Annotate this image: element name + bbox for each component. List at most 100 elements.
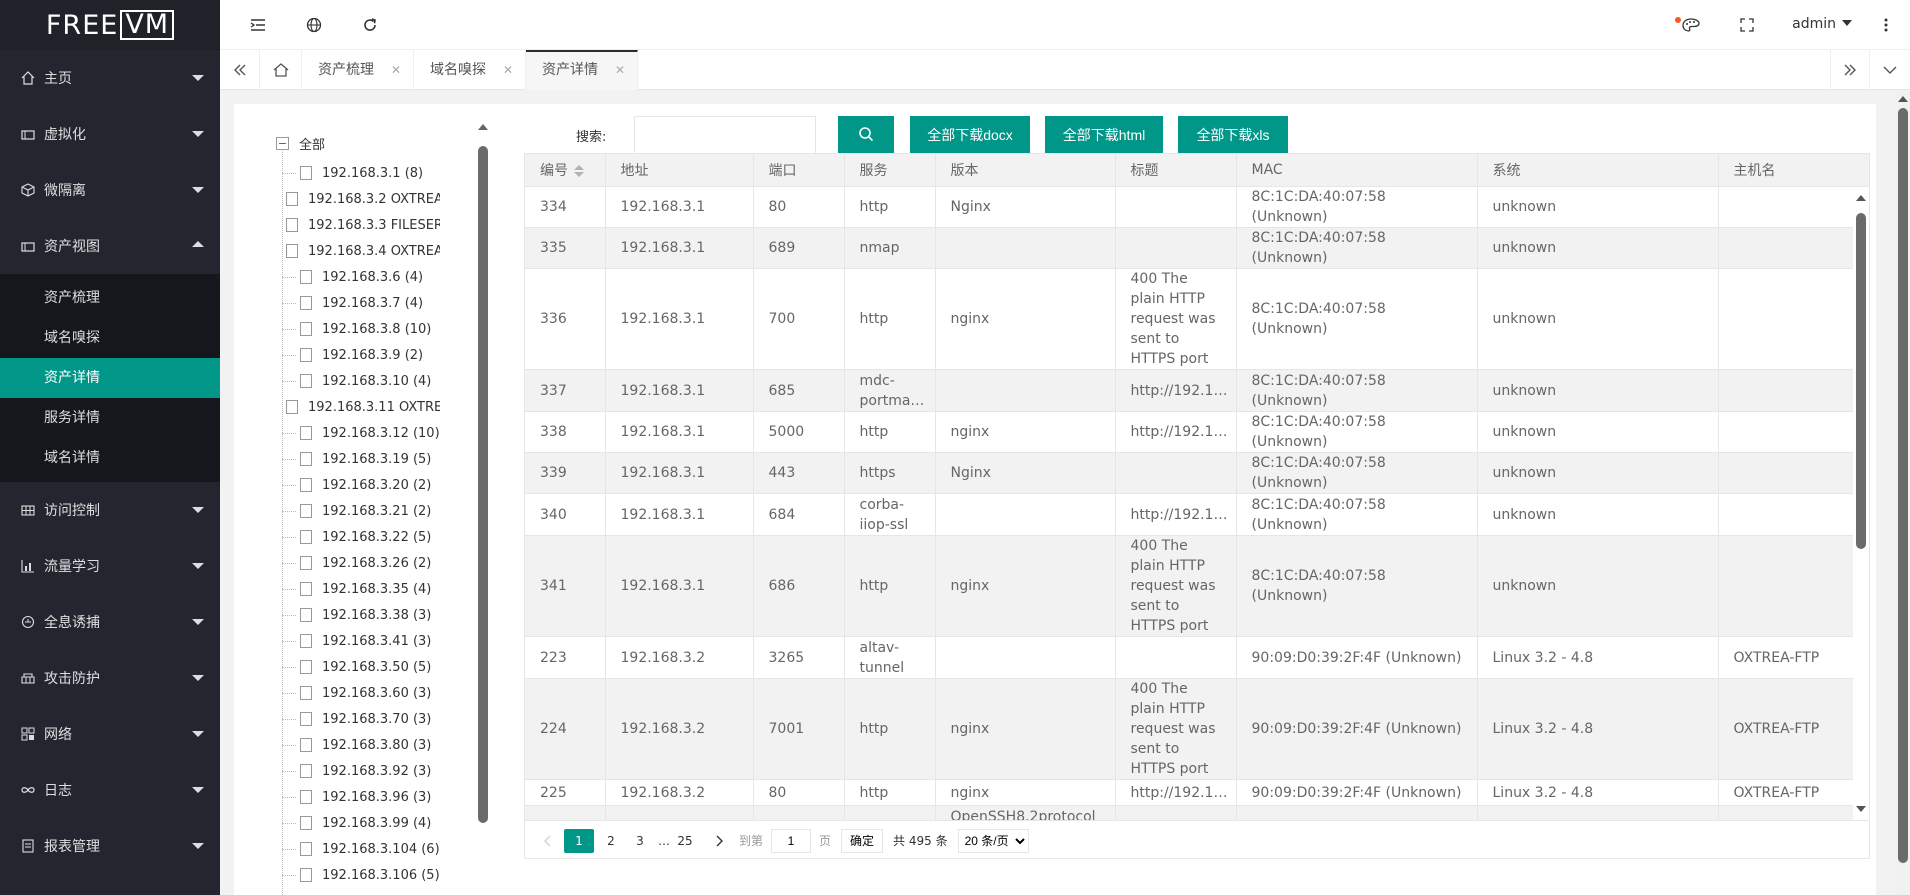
tree-root[interactable]: − 全部 (276, 134, 325, 153)
menu-fold-icon[interactable] (247, 14, 269, 36)
tree-node[interactable]: 192.168.3.3 FILESERV (282, 212, 440, 238)
tab-domain-sniffing[interactable]: 域名嗅探 ✕ (414, 50, 526, 90)
nav-item-virtualization[interactable]: 虚拟化 (0, 106, 220, 162)
tree-node[interactable]: 192.168.3.8 (10) (282, 316, 440, 342)
tabs-menu-chevron-down-icon[interactable] (1870, 50, 1910, 90)
nav-item-home[interactable]: 主页 (0, 50, 220, 106)
tree-node[interactable]: 192.168.3.21 (2) (282, 498, 440, 524)
table-row[interactable]: 339 192.168.3.1 443 https Nginx 8C:1C:DA:40:0… (525, 452, 1856, 494)
next-page-icon[interactable] (708, 829, 732, 853)
close-icon[interactable]: ✕ (615, 52, 625, 88)
nav-item-attack-protection[interactable]: 攻击防护 (0, 650, 220, 706)
tree-node[interactable]: 192.168.3.11 OXTREAI (282, 394, 440, 420)
page-number-last[interactable]: 25 (673, 829, 697, 853)
goto-confirm-button[interactable]: 确定 (841, 828, 884, 853)
close-icon[interactable]: ✕ (503, 50, 513, 90)
nav-item-log[interactable]: 日志 (0, 762, 220, 818)
nav-item-asset-view[interactable]: 资产视图 (0, 218, 220, 274)
tree-node[interactable]: 192.168.3.70 (3) (282, 706, 440, 732)
nav-item-report-management[interactable]: 报表管理 (0, 818, 220, 874)
scroll-up-icon[interactable] (1898, 96, 1908, 102)
sub-item-asset-details[interactable]: 资产详情 (0, 358, 220, 398)
table-row[interactable]: 224 192.168.3.2 7001 http nginx 400 The plain… (525, 678, 1856, 780)
tab-asset-sorting[interactable]: 资产梳理 ✕ (302, 50, 414, 90)
sort-icon[interactable] (574, 164, 584, 177)
user-menu[interactable]: admin (1792, 16, 1852, 32)
tree-node[interactable]: 192.168.3.99 (4) (282, 810, 440, 836)
tree-node[interactable]: 192.168.3.10 (4) (282, 368, 440, 394)
tree-node[interactable]: 192.168.3.35 (4) (282, 576, 440, 602)
search-button[interactable] (838, 116, 894, 154)
sub-item-domain-details[interactable]: 域名详情 (0, 438, 220, 478)
tab-asset-details[interactable]: 资产详情 ✕ (526, 50, 638, 90)
tree-node[interactable]: 192.168.3.2 OXTREA-F (282, 186, 440, 212)
download-xls-button[interactable]: 全部下载xls (1178, 116, 1288, 154)
tree-node[interactable]: 192.168.3.50 (5) (282, 654, 440, 680)
tabs-scroll-right-icon[interactable] (1830, 50, 1870, 90)
tree-node[interactable]: 192.168.3.96 (3) (282, 784, 440, 810)
table-row[interactable]: 340 192.168.3.1 684 corba-iiop-ssl http://19… (525, 493, 1856, 536)
page-number[interactable]: 2 (599, 829, 623, 853)
more-vertical-icon[interactable] (1875, 14, 1897, 36)
tree-node[interactable]: 192.168.3.38 (3) (282, 602, 440, 628)
tree-node[interactable]: 192.168.3.22 (5) (282, 524, 440, 550)
download-html-button[interactable]: 全部下载html (1045, 116, 1163, 154)
tree-node[interactable]: 192.168.3.9 (2) (282, 342, 440, 368)
page-scrollbar[interactable] (1896, 90, 1910, 895)
scroll-up-icon[interactable] (1856, 195, 1866, 201)
prev-page-icon[interactable] (535, 829, 559, 853)
globe-icon[interactable] (303, 14, 325, 36)
sub-item-service-details[interactable]: 服务详情 (0, 398, 220, 438)
tree-scrollbar[interactable] (478, 124, 488, 895)
table-row[interactable]: 341 192.168.3.1 686 http nginx 400 The plain … (525, 535, 1856, 637)
tree-node[interactable]: 192.168.3.60 (3) (282, 680, 440, 706)
scroll-up-icon[interactable] (478, 124, 488, 130)
close-icon[interactable]: ✕ (391, 50, 401, 90)
fullscreen-icon[interactable] (1736, 14, 1758, 36)
table-row[interactable]: 337 192.168.3.1 685 mdc-portma… http://192.1… (525, 369, 1856, 412)
refresh-icon[interactable] (359, 14, 381, 36)
table-row[interactable]: 335 192.168.3.1 689 nmap 8C:1C:DA:40:07:58 (… (525, 227, 1856, 269)
tree-node[interactable]: 192.168.3.19 (5) (282, 446, 440, 472)
tree-node[interactable]: 192.168.3.7 (4) (282, 290, 440, 316)
table-row[interactable]: 338 192.168.3.1 5000 http nginx http://192.1…… (525, 411, 1856, 453)
sub-item-asset-sorting[interactable]: 资产梳理 (0, 278, 220, 318)
table-row[interactable]: 226192.168.3.222sshOpenSSH8.2protocol 2.… (525, 805, 1856, 820)
table-row[interactable]: 334 192.168.3.1 80 http Nginx 8C:1C:DA:40:07:… (525, 187, 1856, 228)
search-input[interactable] (634, 116, 816, 154)
tree-node[interactable]: 192.168.3.106 (5) (282, 862, 440, 888)
tree-node[interactable]: 192.168.3.6 (4) (282, 264, 440, 290)
table-row[interactable]: 225 192.168.3.2 80 http nginx http://192.1… 90… (525, 779, 1856, 806)
sub-item-domain-sniffing[interactable]: 域名嗅探 (0, 318, 220, 358)
download-docx-button[interactable]: 全部下载docx (910, 116, 1030, 154)
nav-item-network[interactable]: 网络 (0, 706, 220, 762)
page-size-select[interactable]: 20 条/页 (957, 828, 1029, 853)
page-number[interactable]: 3 (628, 829, 652, 853)
nav-item-micro-isolation[interactable]: 微隔离 (0, 162, 220, 218)
scroll-down-icon[interactable] (1856, 806, 1866, 812)
tree-node[interactable]: 192.168.3.4 OXTREAN (282, 238, 440, 264)
nav-item-access-control[interactable]: 访问控制 (0, 482, 220, 538)
tree-node[interactable]: 192.168.3.1 (8) (282, 160, 440, 186)
tree-node[interactable]: 192.168.3.26 (2) (282, 550, 440, 576)
tree-node[interactable]: 192.168.3.12 (10) (282, 420, 440, 446)
tabs-scroll-left-icon[interactable] (220, 50, 260, 90)
tree-node[interactable]: 192.168.3.92 (3) (282, 758, 440, 784)
tree-node[interactable]: 192.168.3.104 (6) (282, 836, 440, 862)
tab-home-icon[interactable] (260, 50, 302, 90)
goto-page-input[interactable] (771, 828, 812, 853)
column-header[interactable]: 编号 (525, 154, 606, 187)
table-row[interactable]: 336 192.168.3.1 700 http nginx 400 The plain … (525, 268, 1856, 370)
tree-node[interactable]: 192.168.3.80 (3) (282, 732, 440, 758)
table-scrollbar[interactable] (1853, 187, 1869, 820)
table-row[interactable]: 223 192.168.3.2 3265 altav-tunnel 90:09:D0:3… (525, 636, 1856, 679)
scroll-thumb[interactable] (1856, 213, 1866, 549)
palette-icon[interactable] (1680, 14, 1702, 36)
nav-item-traffic-learning[interactable]: 流量学习 (0, 538, 220, 594)
scroll-thumb[interactable] (478, 146, 488, 823)
scroll-thumb[interactable] (1898, 108, 1908, 863)
tree-node[interactable]: 192.168.3.41 (3) (282, 628, 440, 654)
tree-node[interactable]: 192.168.3.20 (2) (282, 472, 440, 498)
nav-item-holographic-trap[interactable]: 全息诱捕 (0, 594, 220, 650)
page-number-current[interactable]: 1 (564, 828, 594, 853)
